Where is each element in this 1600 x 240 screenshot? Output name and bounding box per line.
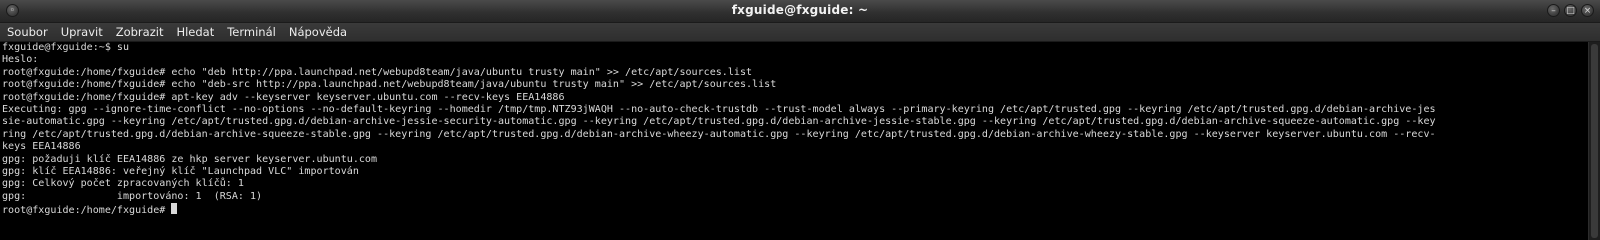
minimize-icon[interactable]: –	[1547, 4, 1560, 17]
terminal-output[interactable]: fxguide@fxguide:~$ su Heslo: root@fxguid…	[0, 42, 1589, 240]
menu-terminal[interactable]: Terminál	[220, 23, 282, 41]
terminal-line: gpg: klíč EEA14886: veřejný klíč "Launch…	[2, 165, 359, 177]
terminal-line: gpg: Celkový počet zpracovaných klíčů: 1	[2, 178, 244, 190]
menu-bar: Soubor Upravit Zobrazit Hledat Terminál …	[0, 23, 1600, 42]
menu-hledat[interactable]: Hledat	[169, 23, 220, 41]
terminal-line: ring /etc/apt/trusted.gpg.d/debian-archi…	[2, 128, 1436, 140]
maximize-icon[interactable]: □	[1564, 4, 1577, 17]
terminal-prompt: root@fxguide:/home/fxguide#	[2, 205, 172, 217]
terminal-line: Heslo:	[2, 54, 39, 66]
window-title: fxguide@fxguide: ~	[731, 3, 869, 17]
terminal-prompt-line: root@fxguide:/home/fxguide#	[2, 203, 1589, 217]
menu-upravit[interactable]: Upravit	[54, 23, 109, 41]
close-icon[interactable]: ×	[1581, 4, 1594, 17]
terminal-line: Executing: gpg --ignore-time-conflict --…	[2, 103, 1436, 115]
title-bar[interactable]: ◦ fxguide@fxguide: ~ – □ ×	[0, 0, 1600, 23]
scrollbar-thumb[interactable]	[1591, 44, 1598, 238]
text-cursor	[171, 203, 178, 215]
terminal-scrollbar[interactable]	[1588, 42, 1600, 240]
terminal-line: gpg: importováno: 1 (RSA: 1)	[2, 190, 263, 202]
terminal-line: gpg: požaduji klíč EEA14886 ze hkp serve…	[2, 153, 378, 165]
terminal-line: fxguide@fxguide:~$ su	[2, 42, 130, 53]
terminal-line: root@fxguide:/home/fxguide# echo "deb-sr…	[2, 79, 777, 91]
terminal-line: root@fxguide:/home/fxguide# apt-key adv …	[2, 91, 565, 103]
terminal-line: keys EEA14886	[2, 141, 81, 153]
terminal-line: sie-automatic.gpg --keyring /etc/apt/tru…	[2, 116, 1436, 128]
menu-soubor[interactable]: Soubor	[0, 23, 54, 41]
terminal-window: ◦ fxguide@fxguide: ~ – □ × Soubor Upravi…	[0, 0, 1600, 240]
title-bar-right-buttons: – □ ×	[1547, 4, 1594, 18]
menu-zobrazit[interactable]: Zobrazit	[109, 23, 170, 41]
terminal-line: root@fxguide:/home/fxguide# echo "deb ht…	[2, 66, 753, 78]
menu-napoveda[interactable]: Nápověda	[282, 23, 353, 41]
